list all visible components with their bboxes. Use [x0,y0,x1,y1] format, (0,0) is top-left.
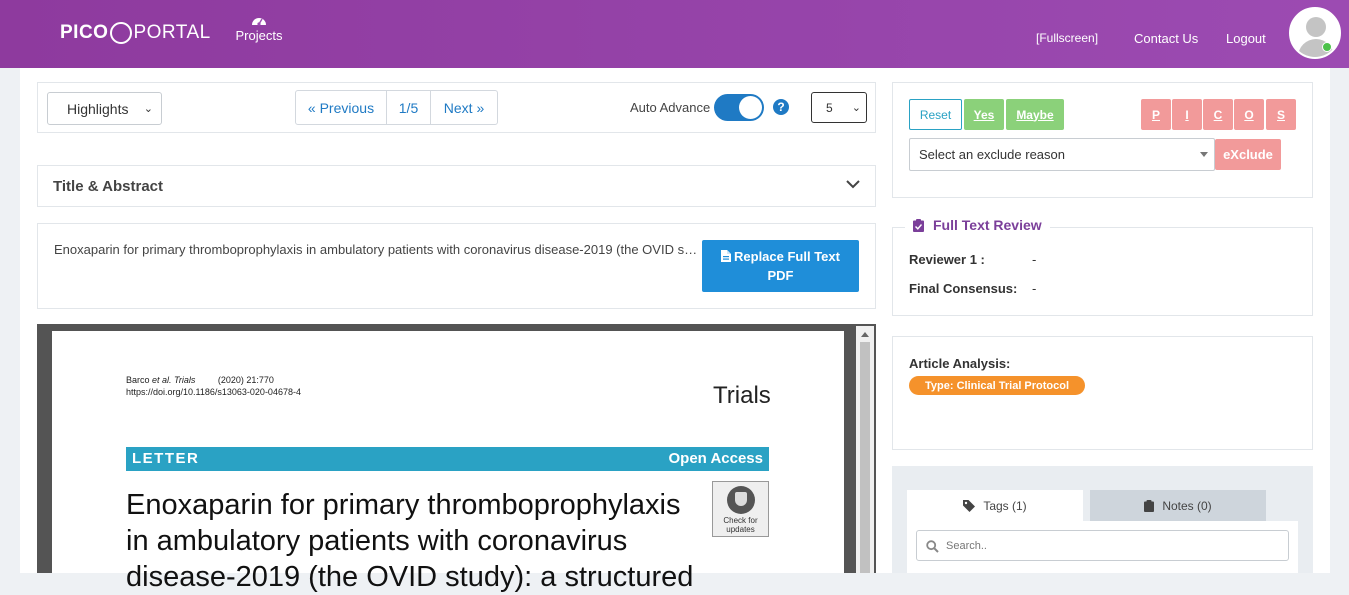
pico-s-button[interactable]: S [1266,99,1296,130]
tab-tags-label: Tags (1) [983,498,1027,513]
help-icon[interactable]: ? [773,99,789,115]
file-pdf-icon [721,250,732,262]
full-text-review-title: Full Text Review [933,217,1042,233]
caret-down-icon [1200,152,1208,157]
per-page-select-value: 5 [826,100,833,115]
letter-label: LETTER [132,450,200,467]
pico-portal-logo[interactable]: PICO PORTAL [60,22,211,44]
reset-button[interactable]: Reset [909,99,962,130]
check-for-updates-badge[interactable]: Check for updates [712,481,769,537]
scroll-up-icon[interactable] [861,332,869,337]
full-text-review-panel [892,227,1313,316]
clipboard-check-icon [913,218,924,232]
article-title: Enoxaparin for primary thromboprophylaxi… [54,242,699,257]
dashboard-icon [252,18,266,26]
full-text-review-heading: Full Text Review [905,217,1050,233]
cite-year: (2020) 21:770 [217,375,274,385]
next-button[interactable]: Next » [431,91,497,124]
auto-advance-label: Auto Advance [630,100,711,115]
chevron-down-icon: ⌄ [851,102,861,114]
cite-authors: Barco [126,375,150,385]
auto-advance-toggle[interactable] [714,94,764,121]
check-line2: updates [726,525,755,534]
search-icon [926,540,939,553]
reviewer-value: - [1032,252,1037,267]
highlights-select-value: Highlights [67,100,129,117]
pdf-scrollbar[interactable] [856,326,874,573]
tag-icon [963,499,976,512]
bookmark-icon [726,486,755,514]
pico-c-button[interactable]: C [1203,99,1233,130]
pdf-journal-name: Trials [713,382,771,409]
pdf-heading-line2: in ambulatory patients with coronavirus [126,525,628,557]
tags-search-input[interactable]: Search.. [916,530,1289,561]
tab-tags[interactable]: Tags (1) [907,490,1083,521]
pdf-letter-bar: LETTER Open Access [126,447,769,471]
pdf-heading-line1: Enoxaparin for primary thromboprophylaxi… [126,489,681,521]
user-avatar[interactable] [1289,7,1341,59]
replace-label-line1: Replace Full Text [734,249,840,264]
tab-notes[interactable]: Notes (0) [1090,490,1266,521]
article-analysis-title: Article Analysis: [909,356,1011,371]
replace-full-text-button[interactable]: Replace Full Text PDF [702,240,859,292]
nav-projects[interactable]: Projects [232,14,286,43]
replace-label-line2: PDF [767,268,794,283]
page-indicator: 1/5 [387,91,431,124]
logout-link[interactable]: Logout [1226,31,1266,46]
maybe-button[interactable]: Maybe [1006,99,1064,130]
title-abstract-label: Title & Abstract [53,178,164,195]
open-access-label: Open Access [668,450,764,467]
per-page-select[interactable]: 5 ⌄ [811,92,867,123]
pico-o-button[interactable]: O [1234,99,1264,130]
reviewer-label: Reviewer 1 : [909,252,985,267]
clipboard-icon [1144,499,1155,512]
fullscreen-button[interactable]: [Fullscreen] [1036,31,1098,45]
chevron-down-icon[interactable] [845,176,861,192]
pager: « Previous 1/5 Next » [295,90,498,125]
tab-notes-label: Notes (0) [1162,498,1212,513]
pdf-citation: Barco et al. Trials (2020) 21:770 https:… [126,374,301,398]
yes-button[interactable]: Yes [964,99,1004,130]
logo-text-portal: PORTAL [133,22,211,43]
previous-button[interactable]: « Previous [296,91,387,124]
fullscreen-label: Fullscreen [1039,31,1095,45]
fullscreen-bracket-right-icon: ] [1094,31,1099,45]
pico-p-button[interactable]: P [1141,99,1171,130]
exclude-reason-select[interactable]: Select an exclude reason [909,138,1215,171]
pico-i-button[interactable]: I [1172,99,1202,130]
pdf-heading: Enoxaparin for primary thromboprophylaxi… [126,487,706,595]
logo-text-pico: PICO [60,22,109,43]
highlights-select[interactable]: Highlights ⌄ [47,92,162,125]
pdf-heading-line3: disease-2019 (the OVID study): a structu… [126,561,694,593]
scrollbar-thumb[interactable] [860,342,870,573]
exclude-reason-placeholder: Select an exclude reason [919,147,1065,162]
final-consensus-value: - [1032,281,1037,296]
online-status-icon [1322,42,1332,52]
final-consensus-label: Final Consensus: [909,281,1018,296]
chevron-down-icon: ⌄ [143,103,153,115]
contact-us-link[interactable]: Contact Us [1134,31,1198,46]
toggle-knob [739,96,762,119]
nav-projects-label: Projects [235,28,283,43]
logo-ring-icon [110,22,133,44]
article-type-badge: Type: Clinical Trial Protocol [909,376,1086,395]
check-line1: Check for [723,516,758,525]
tags-search-placeholder: Search.. [946,539,987,552]
exclude-button[interactable]: eXclude [1215,139,1281,170]
avatar-head-icon [1306,17,1326,37]
cite-etal: et al. Trials [152,375,196,385]
cite-doi: https://doi.org/10.1186/s13063-020-04678… [126,387,301,397]
